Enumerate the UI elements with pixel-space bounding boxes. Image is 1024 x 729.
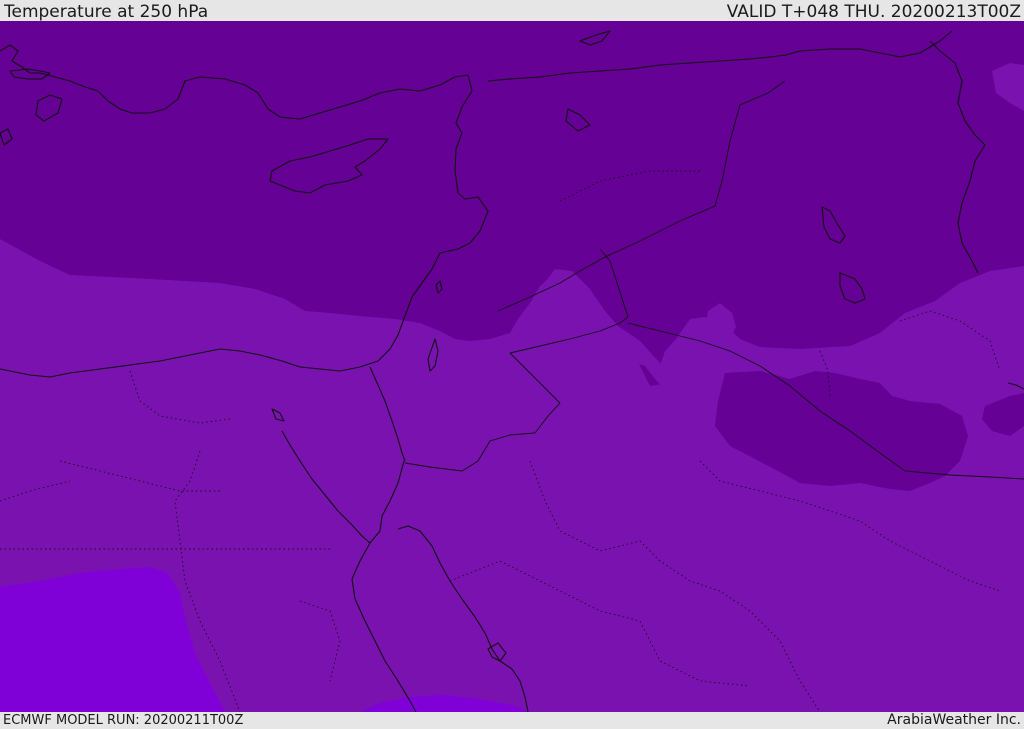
- header-bar: Temperature at 250 hPa VALID T+048 THU. …: [0, 0, 1024, 21]
- model-run-label: ECMWF MODEL RUN: 20200211T00Z: [3, 713, 244, 728]
- credit-label: ArabiaWeather Inc.: [887, 712, 1021, 728]
- map-canvas: [0, 21, 1024, 712]
- valid-time: VALID T+048 THU. 20200213T00Z: [726, 2, 1021, 22]
- weather-map[interactable]: [0, 21, 1024, 712]
- footer-bar: ECMWF MODEL RUN: 20200211T00Z ArabiaWeat…: [0, 712, 1024, 729]
- map-title: Temperature at 250 hPa: [4, 2, 209, 22]
